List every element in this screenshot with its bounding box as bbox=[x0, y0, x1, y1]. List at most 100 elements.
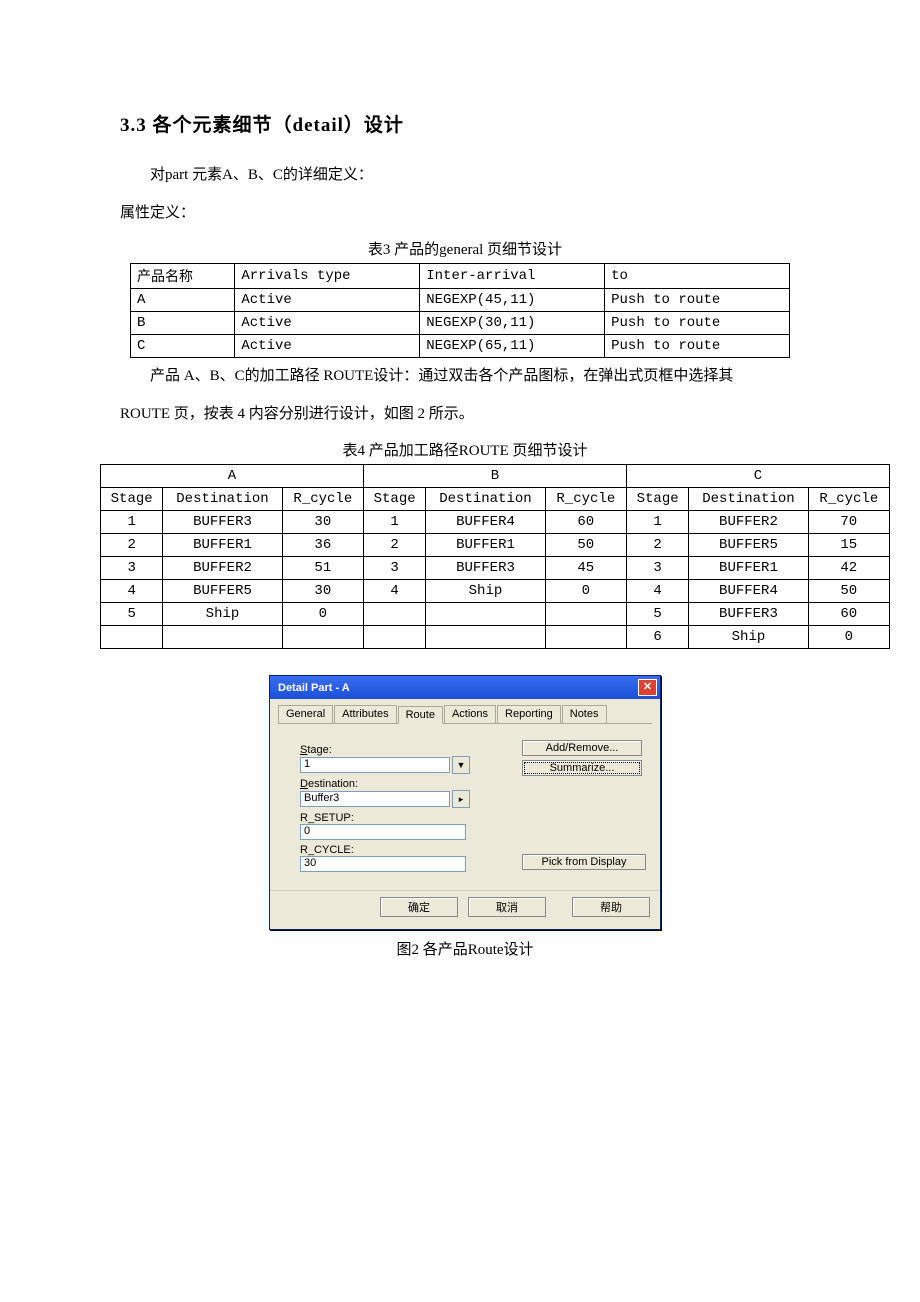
table3-head-name: 产品名称 bbox=[131, 264, 235, 289]
label-rsetup: R_SETUP: bbox=[300, 812, 488, 824]
cell: BUFFER3 bbox=[163, 511, 282, 534]
cell: B bbox=[131, 312, 235, 335]
cell: Push to route bbox=[605, 312, 790, 335]
tab-route[interactable]: Route bbox=[398, 706, 443, 724]
cell: 0 bbox=[545, 580, 626, 603]
tab-notes[interactable]: Notes bbox=[562, 705, 607, 723]
cell: BUFFER2 bbox=[163, 557, 282, 580]
table-row: 4BUFFER530 4Ship0 4BUFFER450 bbox=[101, 580, 890, 603]
cell bbox=[282, 626, 363, 649]
cell: Ship bbox=[163, 603, 282, 626]
dialog-title: Detail Part - A bbox=[278, 682, 350, 694]
cell: BUFFER5 bbox=[163, 580, 282, 603]
section-heading: 3.3 各个元素细节（detail）设计 bbox=[120, 110, 810, 137]
cell: 5 bbox=[626, 603, 688, 626]
table-row: 6Ship0 bbox=[101, 626, 890, 649]
cell: 3 bbox=[101, 557, 163, 580]
cell: 5 bbox=[101, 603, 163, 626]
tab-general[interactable]: General bbox=[278, 705, 333, 723]
intro-line-2: 属性定义： bbox=[120, 201, 810, 227]
table-row: 1BUFFER330 1BUFFER460 1BUFFER270 bbox=[101, 511, 890, 534]
destination-input[interactable]: Buffer3 bbox=[300, 791, 450, 807]
cell: 60 bbox=[545, 511, 626, 534]
cell: Active bbox=[235, 335, 420, 358]
cell: Push to route bbox=[605, 335, 790, 358]
table3: 产品名称 Arrivals type Inter-arrival to A Ac… bbox=[130, 263, 790, 358]
cell: Destination bbox=[426, 488, 545, 511]
cell: Stage bbox=[626, 488, 688, 511]
cell: 0 bbox=[282, 603, 363, 626]
help-button[interactable]: 帮助 bbox=[572, 897, 650, 917]
route-para-line2: ROUTE 页，按表 4 内容分别进行设计，如图 2 所示。 bbox=[120, 402, 810, 428]
table-row: C Active NEGEXP(65,11) Push to route bbox=[131, 335, 790, 358]
cell bbox=[545, 603, 626, 626]
cell: 3 bbox=[363, 557, 425, 580]
detail-part-dialog: Detail Part - A ✕ General Attributes Rou… bbox=[269, 675, 661, 930]
cell: Stage bbox=[101, 488, 163, 511]
cell: C bbox=[131, 335, 235, 358]
cell: 1 bbox=[626, 511, 688, 534]
dropdown-icon[interactable]: ▼ bbox=[452, 756, 470, 774]
cancel-button[interactable]: 取消 bbox=[468, 897, 546, 917]
cell: 6 bbox=[626, 626, 688, 649]
cell: BUFFER1 bbox=[426, 534, 545, 557]
cell: BUFFER1 bbox=[689, 557, 808, 580]
cell: 2 bbox=[626, 534, 688, 557]
cell: Ship bbox=[426, 580, 545, 603]
figure2-caption: 图2 各产品Route设计 bbox=[120, 938, 810, 959]
cell bbox=[426, 626, 545, 649]
cell bbox=[426, 603, 545, 626]
cell: 51 bbox=[282, 557, 363, 580]
cell: Stage bbox=[363, 488, 425, 511]
table4-caption: 表4 产品加工路径ROUTE 页细节设计 bbox=[120, 439, 810, 460]
cell: BUFFER4 bbox=[426, 511, 545, 534]
cell: 1 bbox=[101, 511, 163, 534]
rsetup-input[interactable]: 0 bbox=[300, 824, 466, 840]
cell: Push to route bbox=[605, 289, 790, 312]
cell: 0 bbox=[808, 626, 889, 649]
table3-head-arrivals: Arrivals type bbox=[235, 264, 420, 289]
stage-input[interactable]: 1 bbox=[300, 757, 450, 773]
cell: 45 bbox=[545, 557, 626, 580]
label-stage: Stage: bbox=[300, 744, 488, 756]
table3-head-to: to bbox=[605, 264, 790, 289]
pick-from-display-button[interactable]: Pick from Display bbox=[522, 854, 646, 870]
label-rcycle: R_CYCLE: bbox=[300, 844, 488, 856]
cell: 4 bbox=[626, 580, 688, 603]
cell: Active bbox=[235, 312, 420, 335]
cell: Active bbox=[235, 289, 420, 312]
cell bbox=[363, 626, 425, 649]
add-remove-button[interactable]: Add/Remove... bbox=[522, 740, 642, 756]
label-destination: Destination: bbox=[300, 778, 488, 790]
table-row: 5Ship0 5BUFFER360 bbox=[101, 603, 890, 626]
close-icon[interactable]: ✕ bbox=[638, 679, 657, 696]
ok-button[interactable]: 确定 bbox=[380, 897, 458, 917]
cell: R_cycle bbox=[808, 488, 889, 511]
cell: Ship bbox=[689, 626, 808, 649]
cell: BUFFER3 bbox=[689, 603, 808, 626]
table-row: A Active NEGEXP(45,11) Push to route bbox=[131, 289, 790, 312]
table-row: 2BUFFER136 2BUFFER150 2BUFFER515 bbox=[101, 534, 890, 557]
tab-reporting[interactable]: Reporting bbox=[497, 705, 561, 723]
tab-actions[interactable]: Actions bbox=[444, 705, 496, 723]
cell: 2 bbox=[101, 534, 163, 557]
summarize-button[interactable]: Summarize... bbox=[522, 760, 642, 776]
cell: BUFFER2 bbox=[689, 511, 808, 534]
cell: 30 bbox=[282, 511, 363, 534]
destination-picker-icon[interactable]: ▸ bbox=[452, 790, 470, 808]
tab-attributes[interactable]: Attributes bbox=[334, 705, 396, 723]
table-row: B Active NEGEXP(30,11) Push to route bbox=[131, 312, 790, 335]
cell: 50 bbox=[808, 580, 889, 603]
cell: A bbox=[131, 289, 235, 312]
cell: 1 bbox=[363, 511, 425, 534]
table3-head-interarrival: Inter-arrival bbox=[420, 264, 605, 289]
cell: Destination bbox=[689, 488, 808, 511]
cell: 2 bbox=[363, 534, 425, 557]
cell: R_cycle bbox=[545, 488, 626, 511]
cell bbox=[545, 626, 626, 649]
table3-caption: 表3 产品的general 页细节设计 bbox=[120, 238, 810, 259]
rcycle-input[interactable]: 30 bbox=[300, 856, 466, 872]
table-row: 3BUFFER251 3BUFFER345 3BUFFER142 bbox=[101, 557, 890, 580]
table4-group-c: C bbox=[626, 465, 889, 488]
cell: 36 bbox=[282, 534, 363, 557]
